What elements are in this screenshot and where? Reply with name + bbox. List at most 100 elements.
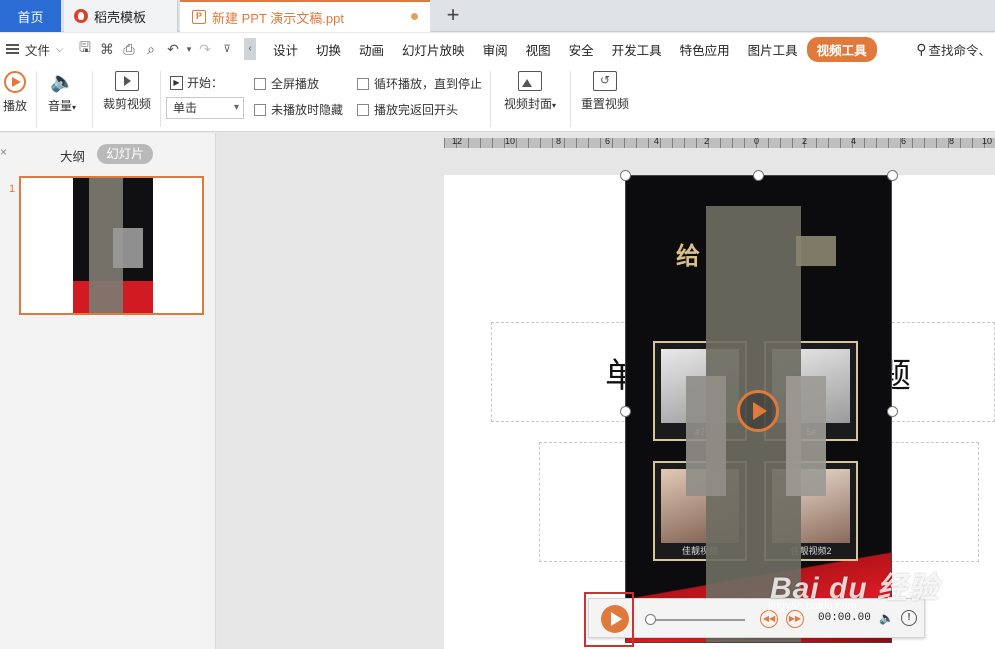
menu-developer[interactable]: 开发工具 [603,40,671,59]
video-tools-ribbon: 播放 🔈 音量▾ 裁剪视频 ▶ 开始： 单击 全屏播放 未播放时隐藏 循环播放，… [0,65,995,132]
file-menu-button[interactable]: 文件 ⌵ [0,40,74,59]
menu-design[interactable]: 设计 [264,40,307,59]
rewind-after-play-checkbox[interactable]: 播放完返回开头 [357,101,458,118]
checkbox-box [254,77,266,90]
collapse-tabs-button[interactable]: ‹ [244,38,256,60]
trim-video-icon [115,71,139,91]
menu-video-tools[interactable]: 视频工具 [806,36,877,62]
new-tab-button[interactable]: + [440,2,466,28]
volume-icon[interactable]: 🔈 [879,611,894,625]
ruler-label: 10 [505,138,516,146]
menu-animation[interactable]: 动画 [350,40,393,59]
start-mode-select[interactable]: 单击 [166,97,244,119]
mosaic-overlay [686,376,726,496]
reset-video-button[interactable]: ↺ 重置视频 [578,71,632,112]
menu-bar: 文件 ⌵ 🖫 ⌘ ⎙ ⌕ ↶ ▾ ↷ ⊽ ‹ 设计 切换 动画 幻灯片放映 审阅… [0,33,995,65]
tab-slides[interactable]: 幻灯片 [97,144,153,164]
info-icon[interactable]: ! [901,610,917,626]
undo-icon[interactable]: ↶ [162,41,184,58]
slide-thumbnail[interactable] [19,176,204,315]
ribbon-separator [160,71,161,127]
tab-document[interactable]: P 新建 PPT 演示文稿.ppt [180,0,430,32]
start-mode-label: ▶ 开始： [170,74,223,91]
tab-document-label: 新建 PPT 演示文稿.ppt [212,10,344,26]
rewind-button[interactable]: ◀◀ [760,610,778,628]
redo-icon[interactable]: ↷ [194,41,216,58]
video-title-text: 给 [676,243,700,270]
print-preview-icon[interactable]: ⌕ [140,41,162,58]
menu-picture-tools[interactable]: 图片工具 [739,40,807,59]
trim-video-label: 裁剪视频 [102,97,151,111]
volume-button-label: 音量 [47,99,72,113]
unsaved-dot-icon [411,13,418,20]
fullscreen-checkbox[interactable]: 全屏播放 [254,75,319,92]
hide-when-not-playing-checkbox[interactable]: 未播放时隐藏 [254,101,343,118]
forward-button[interactable]: ▶▶ [786,610,804,628]
loop-checkbox[interactable]: 循环播放，直到停止 [357,75,482,92]
video-cover-button[interactable]: 视频封面▾ [498,71,562,112]
tab-home-label: 首页 [17,9,44,25]
resize-handle[interactable] [620,170,631,181]
ruler-label: 8 [949,138,955,146]
resize-handle[interactable] [887,170,898,181]
customize-toolbar-icon[interactable]: ⊽ [216,44,238,55]
undo-dropdown-icon[interactable]: ▾ [184,44,194,55]
play-button-label: 播放 [2,99,27,113]
progress-knob[interactable] [645,614,656,625]
mosaic-overlay [786,376,826,496]
ribbon-separator [36,71,37,127]
ribbon-separator [92,71,93,127]
resize-handle[interactable] [887,406,898,417]
menu-transition[interactable]: 切换 [307,40,350,59]
reset-video-icon: ↺ [593,71,617,91]
format-painter-icon[interactable]: ⌘ [96,41,118,58]
checkbox-box [357,103,369,116]
file-menu-label: 文件 [25,43,51,58]
save-icon[interactable]: 🖫 [74,37,96,61]
tab-home[interactable]: 首页 [0,0,61,32]
ppt-file-icon: P [192,10,206,24]
thumbnail-video-image [73,178,153,313]
ruler-ticks [444,138,995,148]
loop-label: 循环播放，直到停止 [374,77,483,91]
command-search-label: 查找命令、 [928,43,991,58]
highlight-box [584,592,634,647]
checkbox-box [357,77,369,90]
play-circle-icon [4,71,26,93]
start-mode-value: 单击 [173,101,198,115]
ruler-label: 8 [556,138,562,146]
rewind-after-play-label: 播放完返回开头 [374,103,459,117]
slide-panel: × 大纲 幻灯片 1 [0,133,216,649]
progress-track[interactable] [649,619,745,621]
search-icon: ⚲ [916,40,927,57]
ruler-label: 12 [452,138,463,146]
trim-video-button[interactable]: 裁剪视频 [100,71,154,112]
tab-template-label: 稻壳模板 [94,9,147,25]
resize-handle[interactable] [753,170,764,181]
ruler-label: 2 [802,138,808,146]
command-search[interactable]: ⚲ 查找命令、 [916,40,995,59]
tab-outline[interactable]: 大纲 [60,146,85,165]
volume-button[interactable]: 🔈 音量▾ [44,71,80,114]
menu-security[interactable]: 安全 [560,40,603,59]
menu-special[interactable]: 特色应用 [671,40,739,59]
ruler-label: 6 [901,138,907,146]
menu-review[interactable]: 审阅 [474,40,517,59]
close-panel-icon[interactable]: × [0,145,7,159]
tab-bar: 首页 稻壳模板 P 新建 PPT 演示文稿.ppt + [0,0,995,32]
tab-template[interactable]: 稻壳模板 [64,0,178,32]
horizontal-ruler[interactable]: 12 10 8 6 4 2 0 2 4 6 8 10 [444,138,995,148]
video-play-overlay-icon[interactable] [737,390,779,432]
ribbon-separator [490,71,491,127]
ribbon-separator [570,71,571,127]
video-cover-label: 视频封面 [503,97,552,111]
play-button[interactable]: 播放 [0,71,30,114]
menu-slideshow[interactable]: 幻灯片放映 [393,40,474,59]
resize-handle[interactable] [620,406,631,417]
ruler-label: 6 [605,138,611,146]
print-icon[interactable]: ⎙ [118,41,140,58]
slide-number: 1 [9,183,16,195]
menu-view[interactable]: 视图 [517,40,560,59]
chevron-down-icon: ⌵ [56,43,64,55]
ruler-label: 4 [851,138,857,146]
